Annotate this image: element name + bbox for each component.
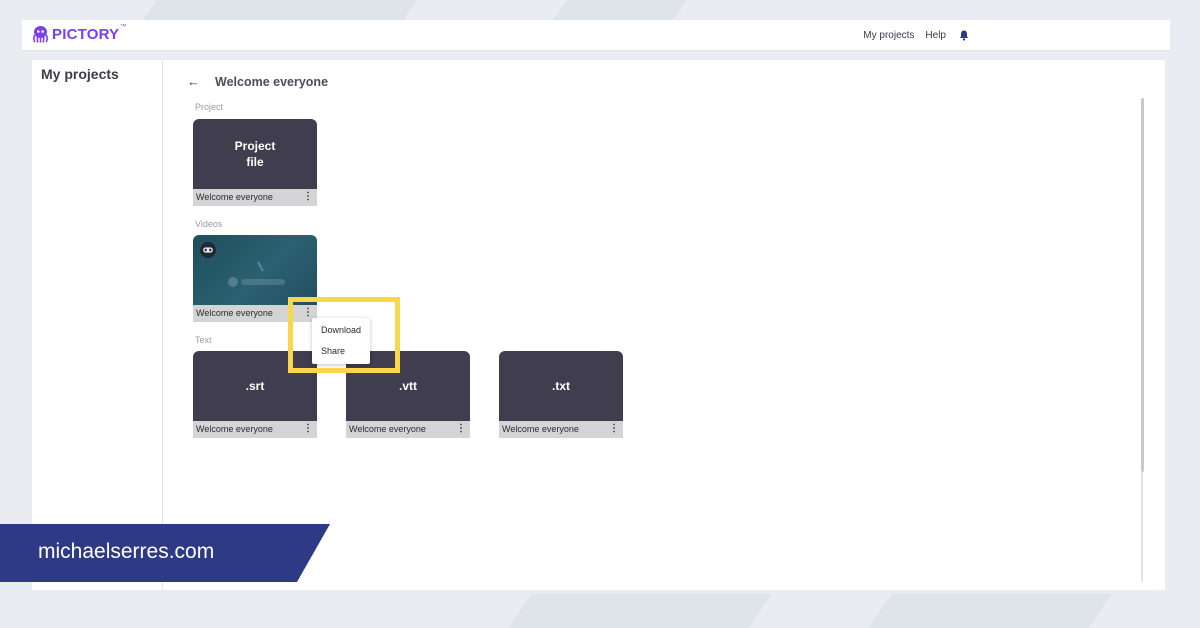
card-label-bar: Welcome everyone ⋮ (193, 189, 317, 206)
project-file-thumb-line1: Project (234, 139, 276, 153)
card-label-bar: Welcome everyone ⋮ (499, 421, 623, 438)
video-thumbnail (193, 235, 317, 305)
nav-my-projects[interactable]: My projects (863, 30, 914, 41)
background-band (508, 594, 772, 628)
video-card[interactable]: Welcome everyone ⋮ (193, 235, 317, 322)
card-label: Welcome everyone (349, 424, 426, 434)
sidebar: My projects (32, 60, 163, 590)
project-file-thumbnail: Project file (193, 119, 317, 189)
background-band (552, 0, 688, 20)
card-label: Welcome everyone (502, 424, 579, 434)
card-label: Welcome everyone (196, 192, 273, 202)
section-label-videos: Videos (195, 219, 223, 229)
scrollbar-track (1141, 472, 1143, 582)
menu-item-share[interactable]: Share (321, 346, 345, 356)
video-watermark-shape (223, 259, 293, 294)
menu-item-download[interactable]: Download (321, 325, 361, 335)
watermark-banner: michaelserres.com (0, 524, 330, 582)
vertical-scrollbar[interactable] (1141, 98, 1144, 472)
txt-card[interactable]: .txt Welcome everyone ⋮ (499, 351, 623, 438)
project-file-thumb-line2: file (246, 155, 264, 169)
octopus-logo-icon (33, 26, 48, 43)
link-icon[interactable] (200, 242, 216, 258)
section-label-project: Project (195, 102, 224, 112)
srt-card[interactable]: .srt Welcome everyone ⋮ (193, 351, 317, 438)
context-menu: Download Share (312, 318, 370, 364)
nav-help[interactable]: Help (925, 30, 946, 41)
card-label: Welcome everyone (196, 308, 273, 318)
page-title: Welcome everyone (215, 75, 329, 89)
vtt-card[interactable]: .vtt Welcome everyone ⋮ (346, 351, 470, 438)
header-nav: My projects Help (852, 20, 970, 50)
kebab-menu-icon[interactable]: ⋮ (609, 423, 619, 434)
logo[interactable]: PICTORY ™ (32, 24, 126, 44)
kebab-menu-icon[interactable]: ⋮ (303, 307, 313, 318)
section-label-text: Text (195, 335, 212, 345)
bell-icon[interactable] (958, 29, 970, 41)
card-label-bar: Welcome everyone ⋮ (193, 421, 317, 438)
background-band (868, 594, 1112, 628)
card-label-bar: Welcome everyone ⋮ (346, 421, 470, 438)
card-label-bar: Welcome everyone ⋮ (193, 305, 317, 322)
banner-text: michaelserres.com (38, 540, 215, 563)
kebab-menu-icon[interactable]: ⋮ (456, 423, 466, 434)
kebab-menu-icon[interactable]: ⋮ (303, 191, 313, 202)
sidebar-title: My projects (41, 66, 119, 82)
background-band (142, 0, 418, 20)
top-bar: PICTORY ™ My projects Help (22, 20, 1170, 51)
card-label: Welcome everyone (196, 424, 273, 434)
kebab-menu-icon[interactable]: ⋮ (303, 423, 313, 434)
project-file-card[interactable]: Project file Welcome everyone ⋮ (193, 119, 317, 206)
srt-thumbnail: .srt (193, 351, 317, 421)
txt-thumbnail: .txt (499, 351, 623, 421)
logo-text: PICTORY (52, 25, 120, 43)
logo-trademark: ™ (120, 24, 127, 30)
back-arrow-icon[interactable]: ← (187, 74, 200, 89)
